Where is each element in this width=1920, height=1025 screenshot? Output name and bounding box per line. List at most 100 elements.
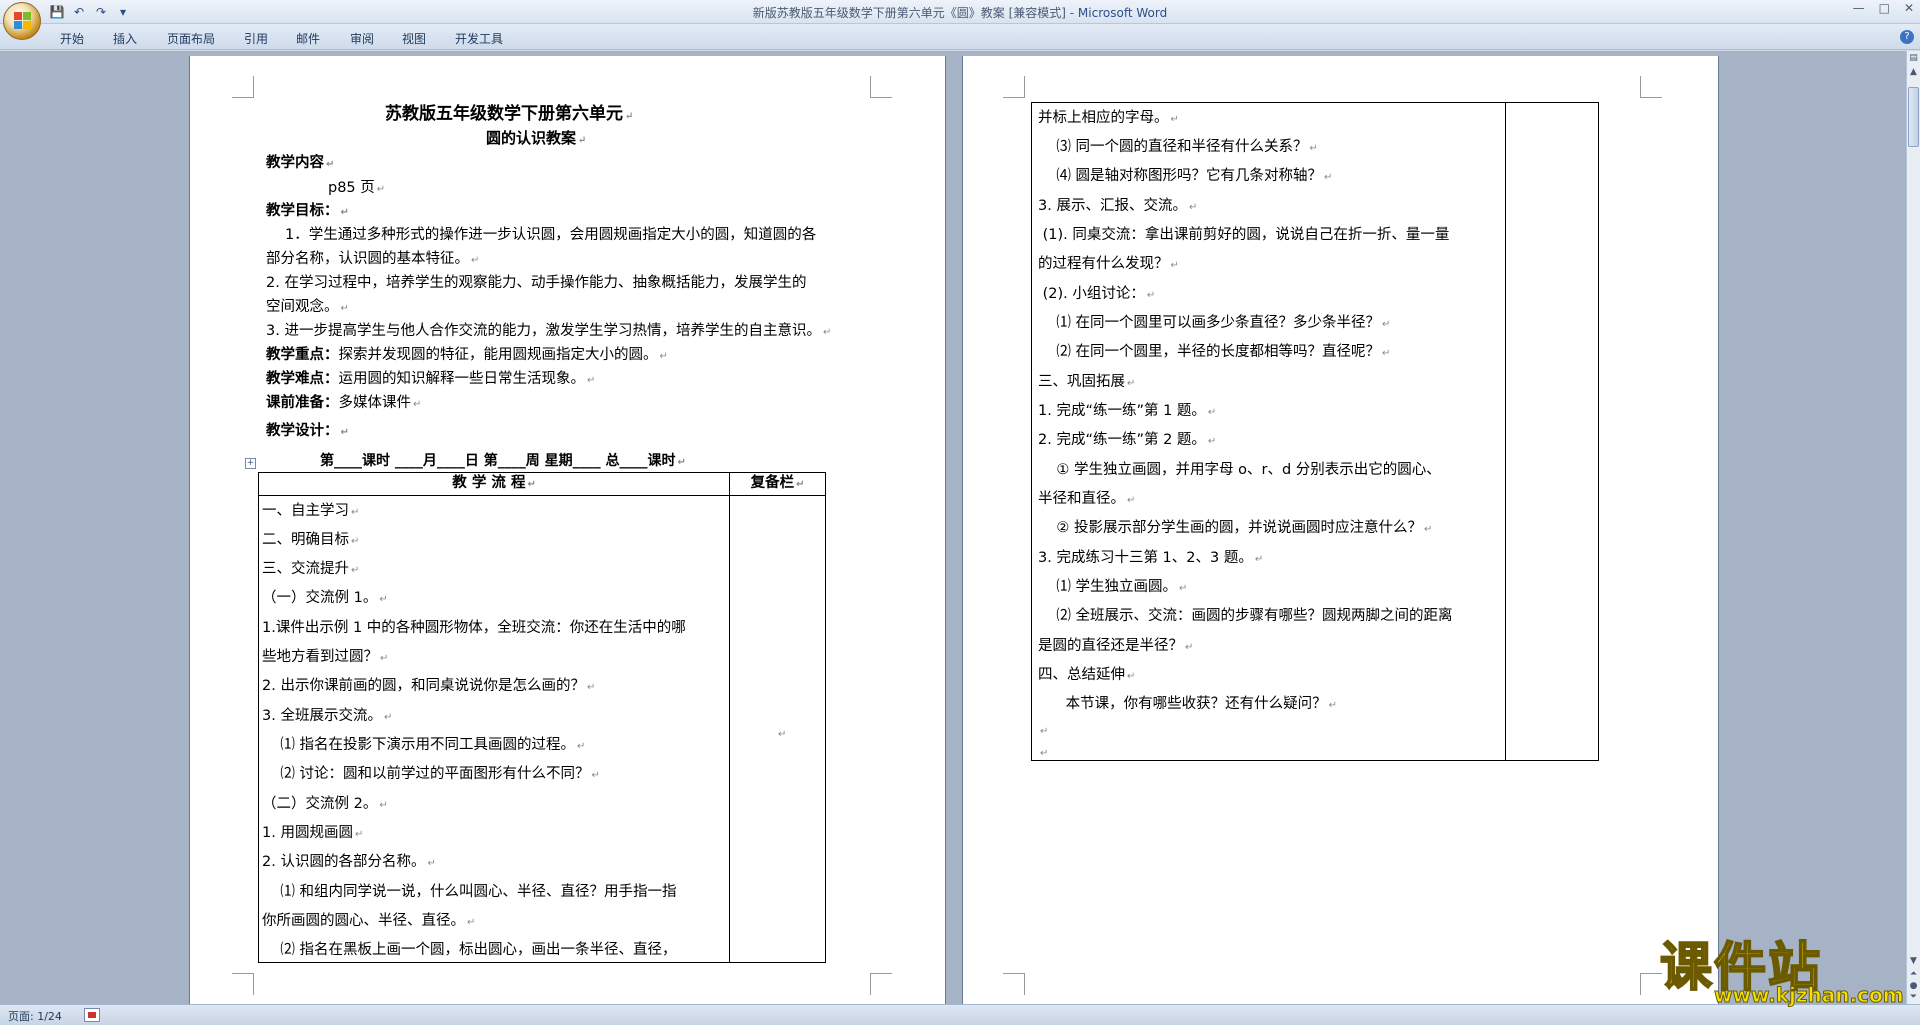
flow-line: ② 投影展示部分学生画的圆，并说说画圆时应注意什么？ ↵ — [1038, 520, 1433, 536]
previous-page-icon[interactable]: ⏶ — [1908, 969, 1919, 980]
flow-line: ⑴ 学生独立画圆。 ↵ — [1038, 579, 1188, 595]
flow-line: 些地方看到过圆？ ↵ — [262, 649, 389, 665]
tab-home[interactable]: 开始 — [60, 30, 84, 47]
goal-2-line-b: 空间观念。 ↵ — [266, 299, 349, 315]
flow-line: ⑶ 同一个圆的直径和半径有什么关系？ ↵ — [1038, 139, 1318, 155]
flow-line: 2. 完成“练一练”第 2 题。 ↵ — [1038, 432, 1217, 448]
watermark-logo: 课件站 www.kjzhan.com — [1659, 925, 1905, 1008]
office-logo-icon — [14, 12, 32, 30]
flow-line: 2. 出示你课前画的圆，和同桌说说你是怎么画的？ ↵ — [262, 678, 596, 694]
flow-line: ↵ — [1040, 748, 1049, 759]
office-button[interactable] — [3, 2, 41, 40]
document-title: 苏教版五年级数学下册第六单元 ↵ — [385, 104, 634, 124]
document-area: 苏教版五年级数学下册第六单元 ↵ 圆的认识教案 ↵ 教学内容 ↵ p85 页 ↵ 教学目… — [0, 51, 1906, 1004]
flow-line: 3. 完成练习十三第 1、2、3 题。 ↵ — [1038, 550, 1264, 566]
close-button[interactable]: ✕ — [1904, 1, 1914, 15]
scroll-up-icon[interactable]: ▲ — [1908, 67, 1919, 78]
margin-corner — [870, 973, 892, 995]
flow-column-header: 教 学 流 程 ↵ — [257, 472, 731, 496]
content-heading: 教学内容 ↵ — [266, 155, 335, 171]
flow-line: ⑵ 在同一个圆里，半径的长度都相等吗？直径呢？ ↵ — [1038, 344, 1391, 360]
flow-line: 1. 完成“练一练”第 1 题。 ↵ — [1038, 403, 1217, 419]
margin-corner — [1640, 973, 1662, 995]
difficult-point: 教学难点：运用圆的知识解释一些日常生活现象。 ↵ — [266, 371, 596, 387]
flow-line: 二、明确目标 ↵ — [262, 532, 360, 548]
minimize-button[interactable]: — — [1853, 1, 1865, 15]
margin-corner — [232, 973, 254, 995]
flow-line: 三、交流提升 ↵ — [262, 561, 360, 577]
document-subtitle: 圆的认识教案 ↵ — [486, 129, 587, 147]
flow-line: ⑷ 圆是轴对称图形吗？它有几条对称轴？ ↵ — [1038, 168, 1333, 184]
flow-line: 你所画圆的圆心、半径、直径。 ↵ — [262, 913, 476, 929]
schedule-line: 第____课时 ____月____日 第____周 星期____ 总____课时… — [320, 453, 686, 469]
proofing-icon[interactable] — [84, 1008, 100, 1022]
document-name: 新版苏教版五年级数学下册第六单元《圆》教案 [兼容模式] - — [752, 6, 1078, 20]
flow-line: 本节课，你有哪些收获？还有什么疑问？ ↵ — [1038, 696, 1338, 712]
tab-insert[interactable]: 插入 — [113, 30, 137, 47]
flow-line: 的过程有什么发现？ ↵ — [1038, 256, 1179, 272]
flow-line: ⑴ 和组内同学说一说，什么叫圆心、半径、直径？用手指一指 — [262, 884, 677, 900]
next-page-icon[interactable]: ⏷ — [1908, 992, 1919, 1003]
table-move-handle-icon[interactable]: + — [245, 458, 256, 469]
scroll-down-icon[interactable]: ▼ — [1908, 956, 1919, 967]
tab-mailings[interactable]: 邮件 — [296, 30, 320, 47]
flow-line: ⑴ 指名在投影下演示用不同工具画圆的过程。 ↵ — [262, 737, 586, 753]
design-heading: 教学设计： ↵ — [266, 423, 349, 439]
help-icon[interactable]: ? — [1900, 30, 1914, 44]
content-value: p85 页 ↵ — [328, 180, 386, 196]
flow-line: ① 学生独立画圆，并用字母 o、r、d 分别表示出它的圆心、 — [1038, 462, 1441, 478]
flow-line: 并标上相应的字母。 ↵ — [1038, 110, 1179, 126]
margin-corner — [870, 76, 892, 98]
ruler-toggle-icon[interactable]: ▤ — [1908, 53, 1919, 64]
tab-page-layout[interactable]: 页面布局 — [167, 30, 215, 47]
flow-line: ⑵ 讨论：圆和以前学过的平面图形有什么不同？ ↵ — [262, 766, 600, 782]
margin-corner — [232, 76, 254, 98]
flow-line: （二）交流例 2。 ↵ — [262, 796, 388, 812]
document-page-2: 并标上相应的字母。 ↵ ⑶ 同一个圆的直径和半径有什么关系？ ↵ ⑷ 圆是轴对称图形… — [963, 56, 1718, 1004]
flow-line: 四、总结延伸 ↵ — [1038, 667, 1136, 683]
scroll-thumb[interactable] — [1908, 87, 1919, 147]
vertical-scrollbar[interactable]: ▤ ▲ ▼ ⏶ ● ⏷ — [1906, 51, 1920, 1004]
tab-review[interactable]: 审阅 — [350, 30, 374, 47]
flow-line: ↵ — [1040, 726, 1049, 737]
goal-1-line-b: 部分名称，认识圆的基本特征。 ↵ — [266, 251, 480, 267]
flow-line: 1. 用圆规画圆 ↵ — [262, 825, 364, 841]
flow-line: ⑴ 在同一个圆里可以画多少条直径？多少条半径？ ↵ — [1038, 315, 1391, 331]
page-number[interactable]: 页面: 1/24 — [8, 1008, 62, 1024]
margin-corner — [1640, 76, 1662, 98]
flow-line: 1.课件出示例 1 中的各种圆形物体，全班交流：你还在生活中的哪 — [262, 620, 686, 636]
goal-3: 3. 进一步提高学生与他人合作交流的能力，激发学生学习热情，培养学生的自主意识。… — [266, 323, 832, 339]
key-point: 教学重点：探索并发现圆的特征，能用圆规画指定大小的圆。 ↵ — [266, 347, 668, 363]
flow-line: （一）交流例 1。 ↵ — [262, 590, 388, 606]
notes-column-header: 复备栏 ↵ — [729, 472, 826, 496]
window-title: 新版苏教版五年级数学下册第六单元《圆》教案 [兼容模式] - Microsoft… — [0, 4, 1920, 21]
flow-line: 三、巩固拓展 ↵ — [1038, 374, 1136, 390]
tab-developer[interactable]: 开发工具 — [455, 30, 503, 47]
flow-line: 3. 展示、汇报、交流。 ↵ — [1038, 198, 1198, 214]
preparation: 课前准备：多媒体课件 ↵ — [266, 395, 422, 411]
flow-line: ⑵ 指名在黑板上画一个圆，标出圆心，画出一条半径、直径， — [262, 942, 677, 958]
ribbon-tabs: 开始 插入 页面布局 引用 邮件 审阅 视图 开发工具 — [0, 24, 1920, 50]
flow-line: ⑵ 全班展示、交流：画圆的步骤有哪些？圆规两脚之间的距离 — [1038, 608, 1453, 624]
flow-line: 2. 认识圆的各部分名称。 ↵ — [262, 854, 436, 870]
tab-view[interactable]: 视图 — [402, 30, 426, 47]
document-page-1: 苏教版五年级数学下册第六单元 ↵ 圆的认识教案 ↵ 教学内容 ↵ p85 页 ↵ 教学目… — [190, 56, 945, 1004]
app-name: Microsoft Word — [1077, 6, 1168, 20]
goal-2-line-a: 2. 在学习过程中，培养学生的观察能力、动手操作能力、抽象概括能力，发展学生的 — [266, 275, 807, 291]
maximize-button[interactable]: □ — [1879, 1, 1890, 15]
tab-references[interactable]: 引用 — [244, 30, 268, 47]
margin-corner — [1003, 973, 1025, 995]
flow-line: (2). 小组讨论： ↵ — [1038, 286, 1156, 302]
goal-1-line-a: 1．学生通过多种形式的操作进一步认识圆，会用圆规画指定大小的圆，知道圆的各 — [285, 227, 817, 243]
watermark-url: www.kjzhan.com — [1714, 983, 1905, 1008]
status-bar: 页面: 1/24 — [0, 1004, 1920, 1025]
notes-cell — [1505, 102, 1599, 761]
goals-heading: 教学目标： ↵ — [266, 203, 349, 219]
flow-line: 是圆的直径还是半径？ ↵ — [1038, 638, 1194, 654]
margin-corner — [1003, 76, 1025, 98]
flow-line: 一、自主学习 ↵ — [262, 503, 360, 519]
flow-line: 半径和直径。 ↵ — [1038, 491, 1136, 507]
browse-object-icon[interactable]: ● — [1908, 981, 1919, 992]
flow-line: 3. 全班展示交流。 ↵ — [262, 708, 393, 724]
flow-line: (1). 同桌交流：拿出课前剪好的圆，说说自己在折一折、量一量 — [1038, 227, 1450, 243]
